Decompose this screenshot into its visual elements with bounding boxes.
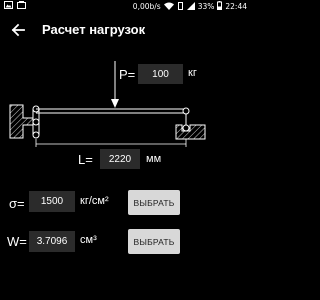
- stress-input[interactable]: 1500: [29, 191, 75, 212]
- section-modulus-input[interactable]: 3.7096: [29, 231, 75, 252]
- load-input[interactable]: 100: [138, 64, 183, 84]
- length-label: L=: [78, 152, 93, 167]
- load-label: P=: [119, 67, 136, 82]
- load-unit: кг: [188, 67, 197, 79]
- wifi-icon: [163, 2, 174, 12]
- section-modulus-unit: см³: [80, 234, 97, 246]
- stress-select-button[interactable]: ВЫБРАТЬ: [128, 190, 180, 215]
- app-bar: Расчет нагрузок: [0, 13, 251, 49]
- length-unit: мм: [146, 153, 162, 165]
- clock-text: 22:44: [225, 2, 247, 11]
- data-rate-text: 0,00b/s: [132, 2, 161, 11]
- signal-icon: [186, 1, 195, 12]
- battery-percent-text: 33%: [197, 2, 215, 11]
- load-arrow: [111, 61, 119, 108]
- vibrate-icon: [177, 1, 184, 12]
- stress-unit: кг/см²: [80, 195, 109, 207]
- section-modulus-label: W=: [7, 234, 27, 249]
- right-support: [175, 114, 206, 140]
- stress-label: σ=: [9, 196, 25, 211]
- length-input[interactable]: 2220: [100, 149, 140, 169]
- back-button[interactable]: [7, 19, 29, 41]
- battery-icon: [217, 1, 223, 12]
- storage-notification-icon: [17, 1, 26, 11]
- arrow-back-icon: [11, 23, 25, 37]
- left-fixed-support: [9, 104, 40, 139]
- image-notification-icon: [4, 1, 13, 11]
- beam: [36, 107, 190, 115]
- length-dimension-line: [35, 139, 187, 147]
- section-modulus-select-button[interactable]: ВЫБРАТЬ: [128, 229, 180, 254]
- status-bar: 0,00b/s 33% 22:44: [0, 0, 251, 13]
- page-title: Расчет нагрузок: [42, 22, 146, 37]
